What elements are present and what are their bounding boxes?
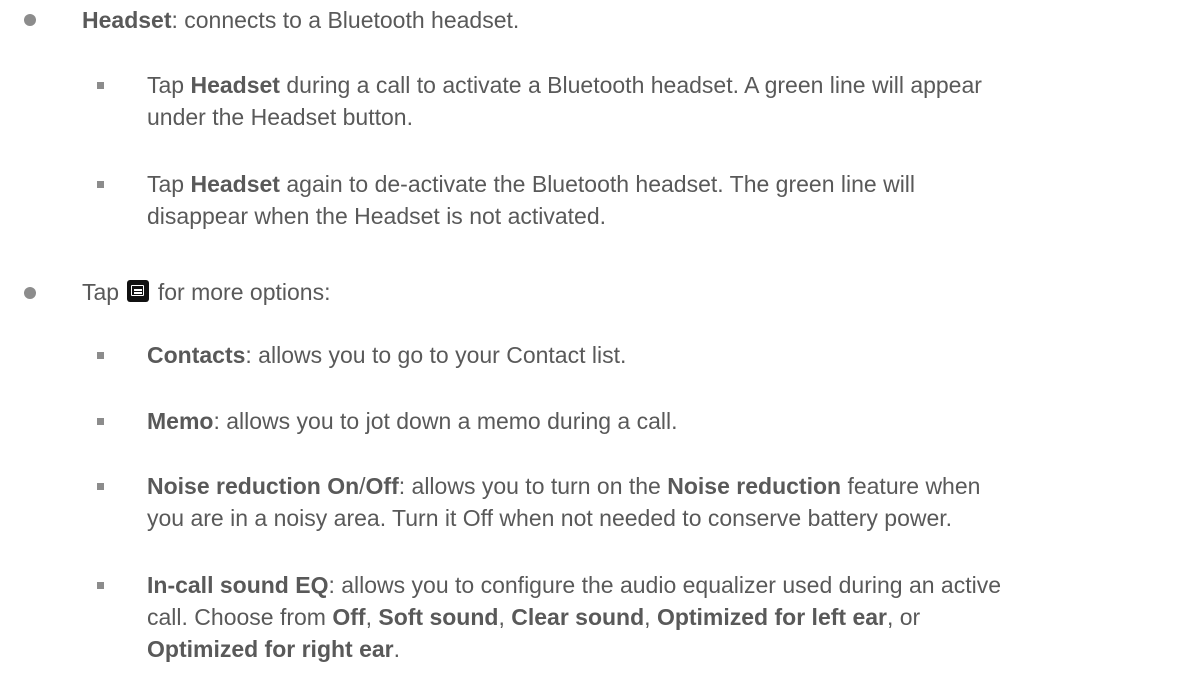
eq-option: Optimized for right ear (147, 636, 394, 662)
square-bullet-icon (97, 82, 104, 89)
square-bullet-icon (97, 418, 104, 425)
line-text: call. Choose from (147, 604, 333, 630)
headset-desc: : connects to a Bluetooth headset. (171, 7, 520, 33)
headset-term: Headset (190, 171, 280, 197)
line-text: again to de-activate the Bluetooth heads… (279, 171, 916, 197)
line-text: disappear when the Headset is not activa… (147, 203, 607, 229)
square-bullet-icon (97, 352, 104, 359)
noise-term: Noise reduction On (147, 473, 360, 499)
suffix: for more options: (151, 279, 331, 305)
menu-icon (127, 280, 150, 302)
memo-text: Memo: allows you to jot down a memo duri… (147, 405, 1192, 437)
off-term: Off (365, 473, 399, 499)
eq-option: Clear sound (511, 604, 645, 630)
square-bullet-icon (97, 483, 104, 490)
headset-activate-text: Tap Headset during a call to activate a … (147, 69, 1192, 133)
headset-term: Headset (82, 7, 172, 33)
noise-feature-term: Noise reduction (667, 473, 842, 499)
noise-reduction-text: Noise reduction On/Off: allows you to tu… (147, 470, 1192, 534)
square-bullet-icon (97, 582, 104, 589)
eq-option: Optimized for left ear (656, 604, 887, 630)
separator: , (365, 604, 379, 630)
in-call-eq-text: In-call sound EQ: allows you to configur… (147, 569, 1192, 665)
memo-desc: : allows you to jot down a memo during a… (213, 408, 678, 434)
eq-term: In-call sound EQ (147, 572, 329, 598)
separator: , or (886, 604, 921, 630)
round-bullet-icon (24, 14, 36, 26)
more-options-text: Tap for more options: (82, 276, 1182, 308)
line-text: under the Headset button. (147, 104, 413, 130)
period: . (393, 636, 401, 662)
line-text: feature when (841, 473, 981, 499)
line-text: you are in a noisy area. Turn it Off whe… (147, 505, 953, 531)
prefix: Tap (147, 72, 191, 98)
memo-term: Memo (147, 408, 214, 434)
eq-option: Soft sound (378, 604, 499, 630)
square-bullet-icon (97, 181, 104, 188)
headset-deactivate-text: Tap Headset again to de-activate the Blu… (147, 168, 1192, 232)
contacts-text: Contacts: allows you to go to your Conta… (147, 339, 1192, 371)
line-text: : allows you to configure the audio equa… (328, 572, 1002, 598)
line-text: : allows you to turn on the (398, 473, 668, 499)
line-text: during a call to activate a Bluetooth he… (279, 72, 982, 98)
separator: , (498, 604, 512, 630)
separator: , (644, 604, 657, 630)
round-bullet-icon (24, 287, 36, 299)
contacts-desc: : allows you to go to your Contact list. (245, 342, 627, 368)
headset-text: Headset: connects to a Bluetooth headset… (82, 4, 1182, 36)
eq-option: Off (332, 604, 366, 630)
prefix: Tap (147, 171, 191, 197)
prefix: Tap (82, 279, 126, 305)
headset-term: Headset (190, 72, 280, 98)
contacts-term: Contacts (147, 342, 246, 368)
